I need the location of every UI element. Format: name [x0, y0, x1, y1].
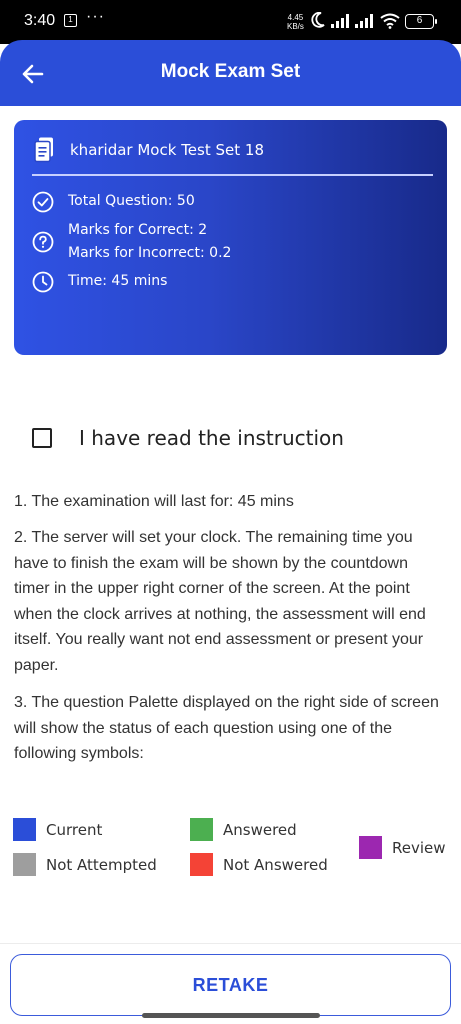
- instruction-1: 1. The examination will last for: 45 min…: [14, 493, 294, 510]
- not-answered-swatch-icon: [190, 853, 213, 876]
- read-instruction-checkbox[interactable]: [32, 428, 52, 448]
- read-instruction-label: I have read the instruction: [79, 426, 344, 450]
- exam-time: Time: 45 mins: [68, 273, 168, 289]
- network-speed-value: 4.45: [287, 13, 304, 22]
- app-bar: Mock Exam Set: [0, 40, 461, 106]
- legend-current-label: Current: [46, 820, 103, 839]
- exam-name: kharidar Mock Test Set 18: [70, 141, 264, 159]
- check-circle-icon: [32, 191, 54, 212]
- answered-swatch-icon: [190, 818, 213, 841]
- legend-answered-label: Answered: [223, 820, 297, 839]
- legend-not-attempted-label: Not Attempted: [46, 855, 157, 874]
- retake-button[interactable]: RETAKE: [10, 954, 451, 1016]
- divider: [32, 174, 433, 176]
- battery-icon: 6: [405, 14, 437, 29]
- wifi-icon: [380, 13, 400, 29]
- bottom-divider: [0, 943, 461, 944]
- legend-current: Current: [13, 818, 102, 841]
- home-indicator[interactable]: [142, 1013, 320, 1018]
- status-bar: 3:40 1 ··· 4.45 KB/s 6: [0, 0, 461, 44]
- legend-not-answered-label: Not Answered: [223, 855, 328, 874]
- clock-icon: [32, 271, 54, 292]
- total-questions-row: Total Question: 50: [32, 190, 195, 213]
- exam-info-card: kharidar Mock Test Set 18 Total Question…: [14, 120, 447, 355]
- not-attempted-swatch-icon: [13, 853, 36, 876]
- help-circle-icon: [32, 231, 54, 253]
- signal-strength-icon: [355, 14, 373, 28]
- marks-incorrect: Marks for Incorrect: 0.2: [68, 245, 232, 261]
- instruction-2: 2. The server will set your clock. The r…: [14, 529, 426, 674]
- current-swatch-icon: [13, 818, 36, 841]
- network-speed-unit: KB/s: [287, 22, 304, 31]
- legend-review: Review: [359, 836, 446, 859]
- document-icon: [34, 137, 53, 163]
- page-title: Mock Exam Set: [160, 61, 301, 82]
- time-row: Time: 45 mins: [32, 270, 167, 293]
- exam-name-row: kharidar Mock Test Set 18: [34, 136, 264, 164]
- read-instruction-checkbox-row[interactable]: I have read the instruction: [32, 426, 344, 450]
- more-notifications-icon: ···: [86, 8, 105, 25]
- total-questions: Total Question: 50: [68, 193, 195, 209]
- marks-correct: Marks for Correct: 2: [68, 222, 208, 238]
- retake-button-label: RETAKE: [192, 975, 269, 995]
- legend-answered: Answered: [190, 818, 297, 841]
- legend-not-attempted: Not Attempted: [13, 853, 157, 876]
- marks-row: Marks for Correct: 2 Marks for Incorrect…: [32, 219, 231, 265]
- notification-badge-icon: 1: [64, 14, 77, 27]
- legend-not-answered: Not Answered: [190, 853, 328, 876]
- instruction-3: 3. The question Palette displayed on the…: [14, 694, 439, 763]
- signal-strength-icon: [331, 14, 349, 28]
- review-swatch-icon: [359, 836, 382, 859]
- legend-review-label: Review: [392, 838, 446, 857]
- network-speed: 4.45 KB/s: [287, 13, 304, 31]
- status-time: 3:40: [24, 12, 56, 29]
- do-not-disturb-moon-icon: [311, 12, 325, 28]
